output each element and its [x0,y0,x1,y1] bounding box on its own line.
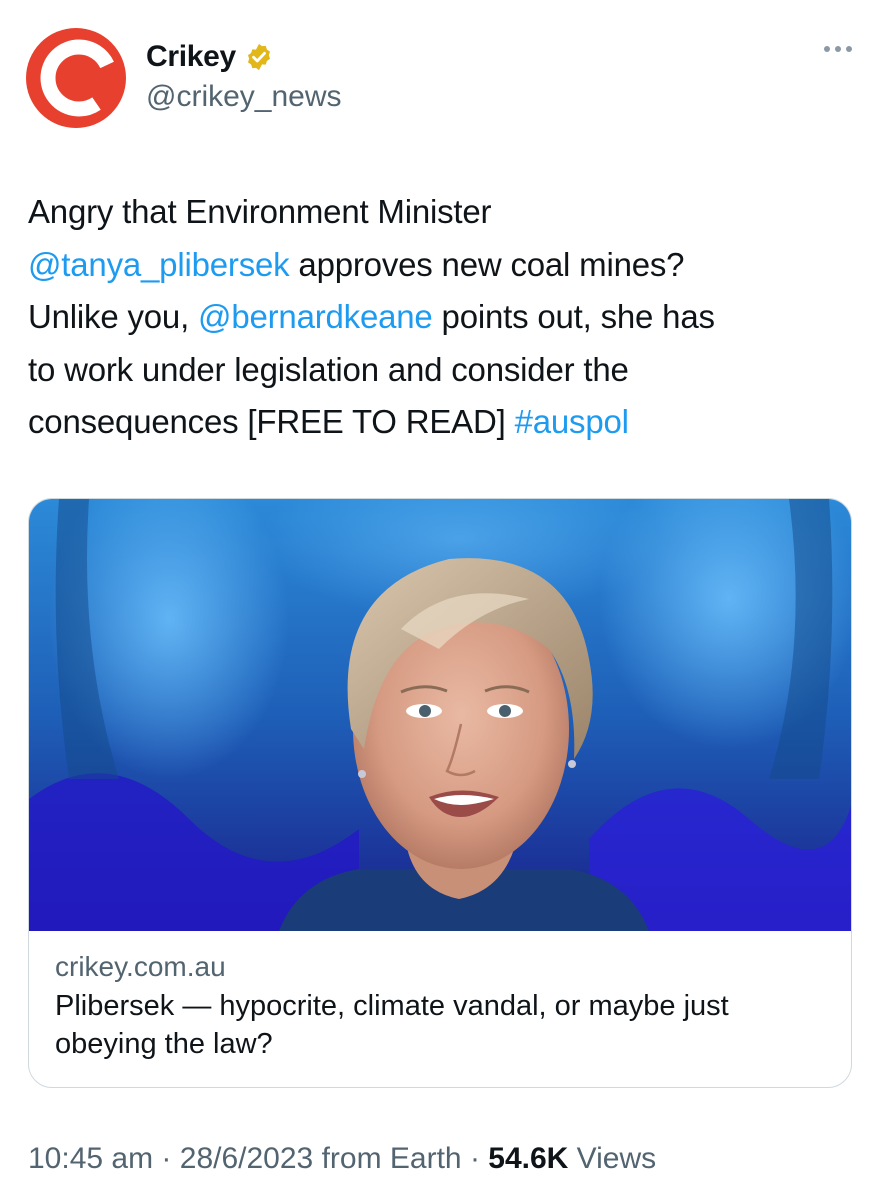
author-name-row: Crikey [146,40,274,74]
tweet-text-segment: Unlike you, [28,298,199,335]
card-domain: crikey.com.au [55,951,226,982]
crikey-logo-avatar[interactable] [26,28,126,128]
tweet-date[interactable]: 28/6/2023 [180,1142,313,1175]
mention-tanya-plibersek[interactable]: @tanya_plibersek [28,246,290,283]
tweet-time[interactable]: 10:45 am [28,1142,153,1175]
tweet-text-line: to work under legislation and consider t… [28,350,629,388]
article-photo [29,499,851,931]
mention-bernardkeane[interactable]: @bernardkeane [198,298,433,335]
tweet-text-line: Angry that Environment Minister [28,193,492,230]
more-options-icon[interactable] [824,46,852,52]
card-meta: crikey.com.au Plibersek — hypocrite, cli… [29,931,851,1063]
tweet-footer: 10:45 am · 28/6/2023 from Earth · 54.6K … [28,1142,656,1176]
card-title[interactable]: Plibersek — hypocrite, climate vandal, o… [55,987,825,1063]
author-display-name[interactable]: Crikey [146,40,236,74]
views-count[interactable]: 54.6K [488,1142,568,1175]
link-preview-card[interactable]: crikey.com.au Plibersek — hypocrite, cli… [28,498,852,1088]
tweet-text: Angry that Environment Minister @tanya_p… [28,186,858,449]
tweet-text-segment: consequences [FREE TO READ] [28,403,515,440]
footer-separator: · [461,1142,489,1175]
views-label: Views [568,1142,657,1175]
footer-separator: · [153,1142,180,1175]
tweet-location: from Earth [313,1142,462,1175]
tweet-text-segment: approves new coal mines? [289,245,685,283]
author-handle[interactable]: @crikey_news [146,80,342,114]
tweet-text-segment: points out, she has [432,298,715,335]
hashtag-auspol[interactable]: #auspol [515,403,629,440]
verified-badge-icon [247,43,270,71]
